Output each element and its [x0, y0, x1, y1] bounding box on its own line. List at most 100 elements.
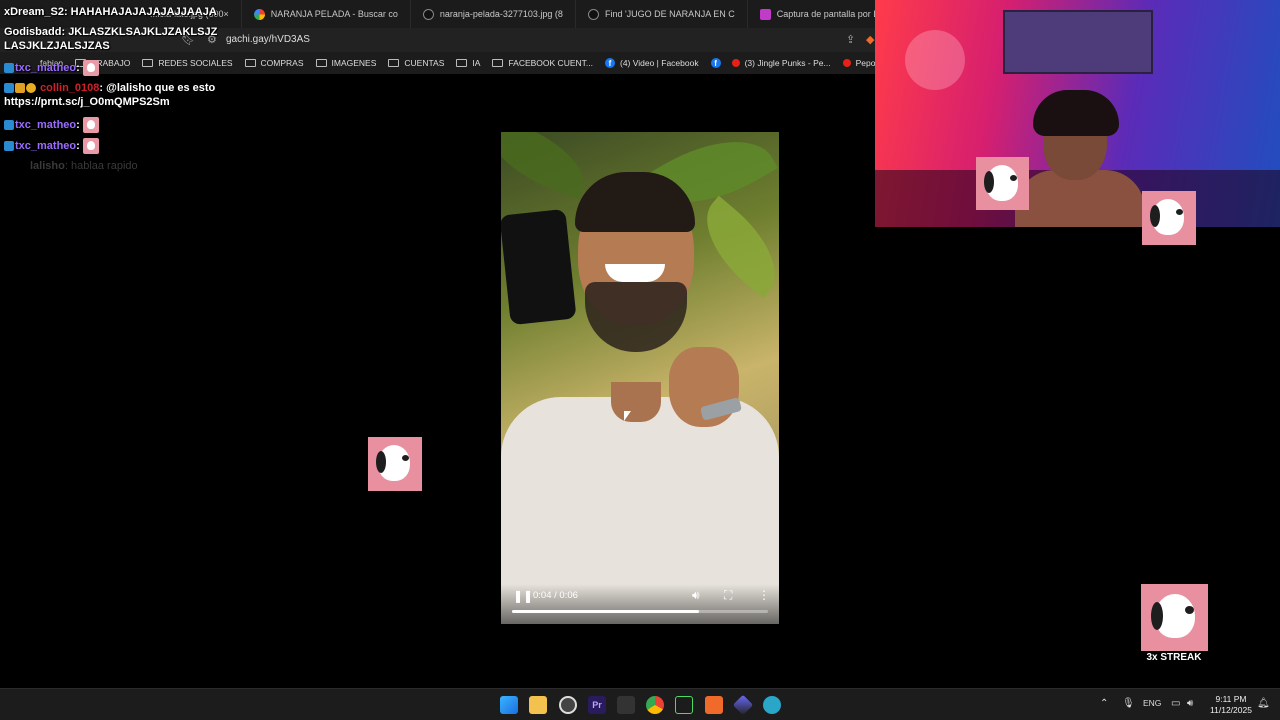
chat-username: collin_0108 — [40, 82, 100, 94]
fullscreen-icon[interactable]: ⛶ — [724, 588, 732, 603]
chat-message: lalisho: hablaa rapido — [30, 160, 138, 172]
folder-icon — [388, 59, 400, 67]
snoopy-nose — [1176, 209, 1183, 215]
epic-games-icon[interactable] — [617, 696, 635, 714]
prime-badge-icon — [4, 83, 14, 94]
obs-icon[interactable] — [559, 696, 577, 714]
bookmark-label: IMAGENES — [331, 58, 377, 68]
snoopy-emote-icon — [82, 138, 99, 154]
speaker-icon[interactable]: 🔊︎ — [1187, 698, 1193, 709]
bookmark-label: IA — [472, 58, 481, 68]
notification-bell-icon[interactable]: 🔔︎ — [1257, 698, 1270, 709]
chrome-icon[interactable] — [646, 696, 664, 714]
tab-lightshot[interactable]: Captura de pantalla por Lights — [748, 0, 876, 28]
video-time: 0:04 / 0:06 — [533, 590, 578, 601]
video-progress-bar[interactable] — [512, 610, 768, 613]
chat-username: Godisbadd — [4, 26, 62, 38]
bookmark-facebook-video[interactable]: f (4) Video | Facebook — [599, 58, 705, 68]
bookmark-jingle-punks[interactable]: f (3) Jingle Punks - Pe... — [705, 58, 837, 68]
chat-message: txc_matheo: — [4, 138, 224, 154]
bookmark-folder-cuentas[interactable]: CUENTAS — [382, 58, 450, 68]
facebook-icon: f — [710, 58, 721, 68]
bookmark-pepo[interactable]: Pepo x @kazu.oficia... — [837, 58, 876, 68]
chat-username: lalisho — [30, 160, 65, 172]
video-person-smile — [605, 264, 665, 282]
snoopy-emote-icon — [82, 117, 99, 133]
snoopy-ear — [984, 171, 994, 193]
bookmark-folder-compras[interactable]: COMPRAS — [239, 58, 310, 68]
snoopy-emote-icon — [368, 437, 422, 491]
chat-message: xDream_S2: HAHAHAJAJAJAJAJJAAJA — [4, 6, 217, 18]
snoopy-emote-icon — [1142, 191, 1196, 245]
clock-time: 9:11 PM — [1215, 694, 1247, 704]
chat-username: txc_matheo — [15, 118, 77, 131]
webcam-poster — [1003, 10, 1153, 74]
pause-icon[interactable]: ❚❚ — [513, 589, 533, 603]
tab-image-2[interactable]: naranja-pelada-3277103.jpg (8 — [411, 0, 576, 28]
volume-icon[interactable]: 🔊︎ — [692, 588, 700, 603]
chat-message: txc_matheo: — [4, 117, 224, 133]
snoopy-nose — [1010, 175, 1017, 181]
video-player[interactable]: ❚❚ 0:04 / 0:06 🔊︎ ⛶ ⋮ — [501, 132, 779, 624]
url-field[interactable]: gachi.gay/hVD3AS — [226, 34, 310, 45]
tab-label: naranja-pelada-3277103.jpg (8 — [439, 9, 563, 19]
chat-username: txc_matheo — [15, 139, 77, 152]
chat-text: HAHAHAJAJAJAJAJJAAJA — [70, 6, 217, 18]
windows-taskbar: Pr ⌃ 🎙︎ ENG ▭ 🔊︎ 9:11 PM 11/12/2025 🔔︎ — [0, 688, 1280, 720]
tab-label: Find 'JUGO DE NARANJA EN C — [604, 9, 735, 19]
prime-badge-icon — [4, 120, 14, 130]
bookmark-folder-ia[interactable]: IA — [450, 58, 486, 68]
brave-icon[interactable] — [705, 696, 723, 714]
brave-shield-icon[interactable]: ◆ — [866, 33, 874, 46]
bookmark-label: (4) Video | Facebook — [619, 58, 699, 68]
more-vert-icon[interactable]: ⋮ — [758, 588, 770, 602]
prime-badge-icon — [4, 141, 14, 151]
tiktok-icon — [422, 8, 434, 20]
bookmark-folder-facebook[interactable]: FACEBOOK CUENT... — [486, 58, 599, 68]
file-explorer-icon[interactable] — [529, 696, 547, 714]
system-clock[interactable]: 9:11 PM 11/12/2025 — [1206, 694, 1256, 716]
tiktok-icon — [587, 8, 599, 20]
video-controls: ❚❚ 0:04 / 0:06 🔊︎ ⛶ ⋮ — [501, 584, 779, 624]
bookmark-label: FACEBOOK CUENT... — [508, 58, 593, 68]
snoopy-ear — [1151, 602, 1163, 630]
webcam-feed — [875, 0, 1280, 227]
bits-badge-icon — [26, 83, 36, 94]
microphone-icon[interactable]: 🎙︎ — [1122, 698, 1135, 709]
chat-username: txc_matheo — [15, 61, 77, 74]
youtube-icon — [731, 59, 740, 67]
mouse-cursor-icon — [624, 411, 631, 421]
snoopy-ear — [376, 451, 386, 473]
snoopy-nose — [402, 455, 409, 461]
globe-icon[interactable] — [763, 696, 781, 714]
snoopy-ear — [1150, 205, 1160, 227]
tray-chevron-icon[interactable]: ⌃ — [1100, 698, 1108, 709]
chat-text: hablaa rapido — [70, 160, 138, 172]
tab-tiktok-find[interactable]: Find 'JUGO DE NARANJA EN C — [576, 0, 748, 28]
snoopy-nose — [1185, 606, 1194, 614]
network-icon[interactable]: ▭ — [1171, 698, 1180, 709]
chat-message: Godisbadd: JKLASZKLSAJKLJZAKLSJZ LASJKLZ… — [4, 26, 218, 52]
prime-badge-icon — [4, 63, 14, 73]
facebook-icon: f — [604, 58, 615, 68]
app-diamond-icon[interactable] — [732, 694, 754, 716]
bookmark-folder-imagenes[interactable]: IMAGENES — [310, 58, 383, 68]
language-indicator[interactable]: ENG — [1143, 698, 1161, 708]
sub-badge-icon — [15, 83, 25, 94]
lightshot-icon — [759, 8, 771, 20]
terminal-icon[interactable] — [675, 696, 693, 714]
share-icon[interactable]: ⇪ — [846, 33, 855, 46]
folder-icon — [492, 59, 504, 67]
chat-username: xDream_S2 — [4, 6, 64, 18]
premiere-icon[interactable]: Pr — [588, 696, 606, 714]
tab-label: Captura de pantalla por Lights — [776, 9, 876, 19]
tab-label: NARANJA PELADA - Buscar co — [270, 9, 398, 19]
google-icon — [253, 8, 265, 20]
tab-google-search[interactable]: NARANJA PELADA - Buscar co — [242, 0, 411, 28]
video-phone — [501, 208, 577, 326]
youtube-icon — [842, 59, 851, 67]
video-progress-fill — [512, 610, 699, 613]
windows-start-icon[interactable] — [500, 696, 518, 714]
bookmark-label: Pepo x @kazu.oficia... — [855, 58, 876, 68]
webcam-lamp — [905, 30, 965, 90]
